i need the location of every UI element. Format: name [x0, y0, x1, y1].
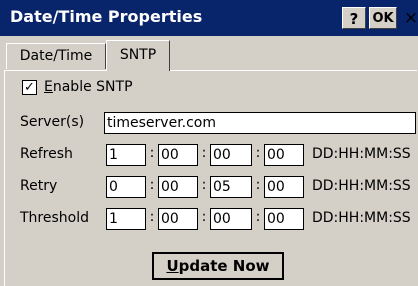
- separator: :: [201, 209, 207, 225]
- refresh-label: Refresh: [20, 146, 73, 162]
- update-now-label-rest: pdate Now: [178, 257, 270, 275]
- threshold-days-input[interactable]: 1: [106, 208, 146, 230]
- refresh-hours-input[interactable]: 00: [158, 144, 198, 166]
- window-title: Date/Time Properties: [10, 7, 203, 26]
- retry-seconds-input[interactable]: 00: [264, 176, 304, 198]
- refresh-seconds-input[interactable]: 00: [264, 144, 304, 166]
- title-bar: Date/Time Properties ? OK ×: [0, 0, 418, 36]
- threshold-hours-input[interactable]: 00: [158, 208, 198, 230]
- separator: :: [255, 209, 261, 225]
- threshold-minutes-input[interactable]: 00: [210, 208, 252, 230]
- date-time-properties-window: Date/Time Properties ? OK × Date/Time SN…: [0, 0, 418, 286]
- refresh-days-input[interactable]: 1: [106, 144, 146, 166]
- retry-minutes-input[interactable]: 05: [210, 176, 252, 198]
- threshold-seconds-input[interactable]: 00: [264, 208, 304, 230]
- retry-label: Retry: [20, 178, 58, 194]
- retry-unit-label: DD:HH:MM:SS: [312, 178, 411, 194]
- help-button[interactable]: ?: [342, 7, 366, 29]
- separator: :: [201, 177, 207, 193]
- server-input[interactable]: timeserver.com: [104, 112, 416, 134]
- retry-hours-input[interactable]: 00: [158, 176, 198, 198]
- retry-days-input[interactable]: 0: [106, 176, 146, 198]
- enable-sntp-label-rest: nable SNTP: [52, 79, 133, 95]
- server-label: Server(s): [20, 114, 85, 130]
- separator: :: [149, 209, 155, 225]
- enable-sntp-label: Enable SNTP: [44, 79, 133, 95]
- separator: :: [255, 145, 261, 161]
- separator: :: [201, 145, 207, 161]
- threshold-unit-label: DD:HH:MM:SS: [312, 210, 411, 226]
- ok-button[interactable]: OK: [369, 7, 397, 29]
- enable-sntp-checkbox[interactable]: ✓: [22, 80, 37, 95]
- enable-sntp-mnemonic: E: [44, 79, 53, 95]
- threshold-label: Threshold: [20, 210, 89, 226]
- separator: :: [255, 177, 261, 193]
- refresh-unit-label: DD:HH:MM:SS: [312, 146, 411, 162]
- separator: :: [149, 177, 155, 193]
- tab-sntp[interactable]: SNTP: [106, 40, 170, 71]
- tab-date-time[interactable]: Date/Time: [6, 43, 106, 69]
- close-button[interactable]: ×: [400, 7, 418, 29]
- update-now-button[interactable]: Update Now: [152, 252, 284, 280]
- separator: :: [149, 145, 155, 161]
- update-now-mnemonic: U: [166, 257, 179, 275]
- refresh-minutes-input[interactable]: 00: [210, 144, 252, 166]
